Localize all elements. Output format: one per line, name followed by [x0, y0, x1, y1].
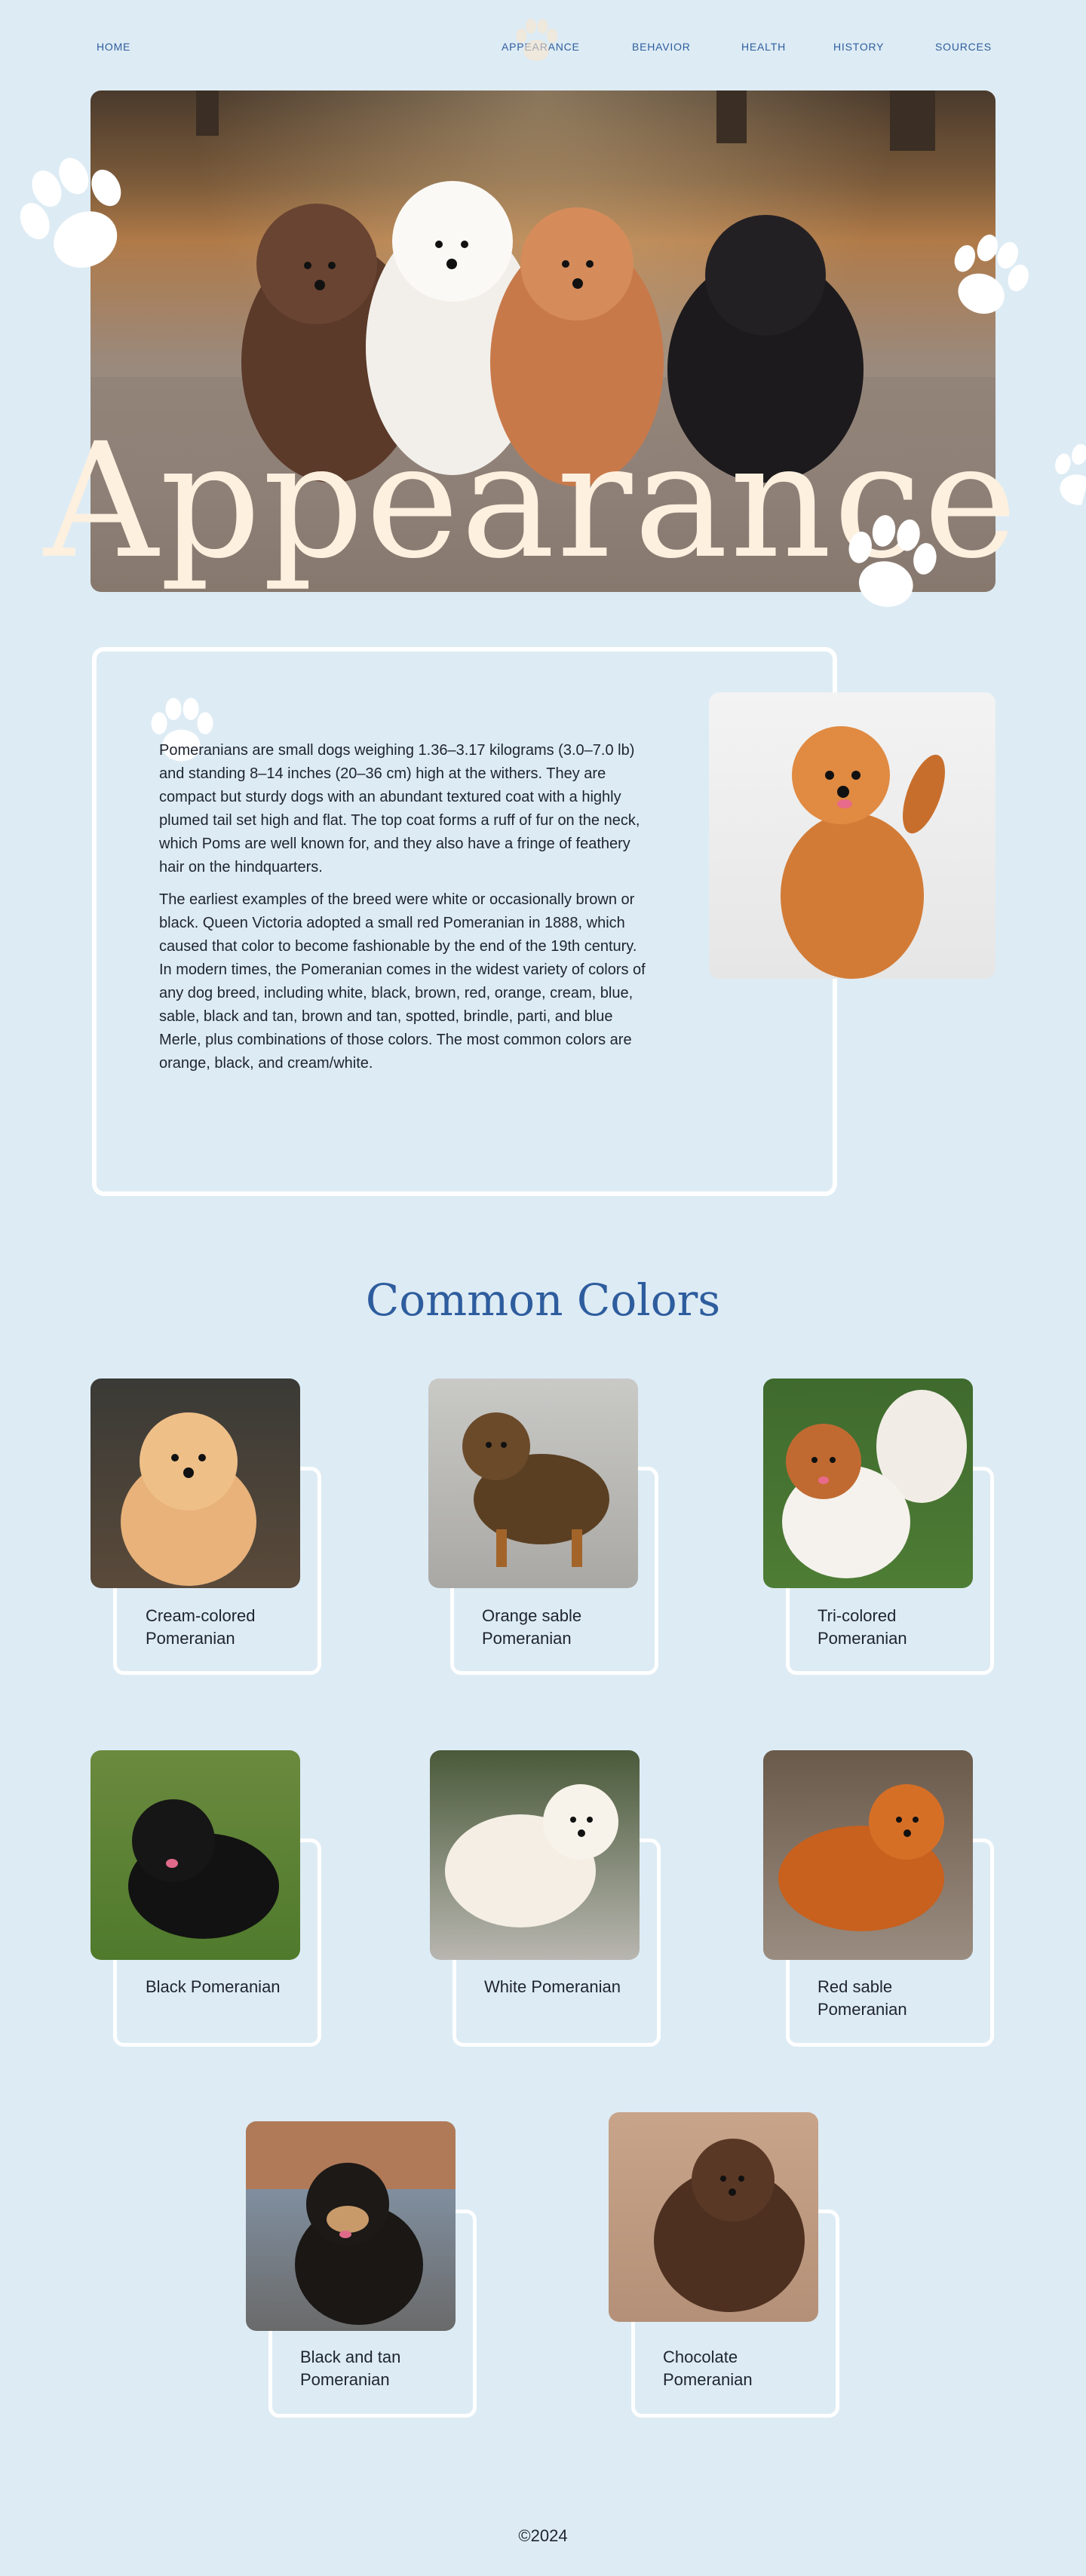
- orange-sable-pomeranian-photo: [428, 1378, 638, 1588]
- nav-health-link[interactable]: HEALTH: [741, 41, 786, 53]
- footer-copyright: ©2024: [518, 2526, 568, 2545]
- chocolate-pomeranian-photo: [609, 2112, 818, 2322]
- paw-print-icon: [1055, 443, 1086, 505]
- color-label: Tri-colored Pomeranian: [818, 1606, 907, 1648]
- appearance-paragraph: The earliest examples of the breed were …: [159, 891, 646, 1072]
- paw-print-icon: [848, 515, 937, 607]
- nav-sources-link[interactable]: SOURCES: [935, 41, 992, 53]
- tri-colored-pomeranian-photo: [763, 1378, 973, 1588]
- color-label: Red sable Pomeranian: [818, 1977, 907, 2019]
- paw-print-icon: [516, 19, 557, 61]
- black-and-tan-pomeranian-photo: [246, 2121, 456, 2331]
- color-label: Black Pomeranian: [146, 1977, 281, 1996]
- cream-pomeranian-photo: [90, 1378, 300, 1588]
- nav-behavior-link[interactable]: BEHAVIOR: [632, 41, 691, 53]
- color-label: White Pomeranian: [484, 1977, 621, 1996]
- black-pomeranian-photo: [90, 1750, 300, 1960]
- appearance-description: Pomeranians are small dogs weighing 1.36…: [159, 739, 649, 1084]
- color-label: Black and tan Pomeranian: [300, 2348, 401, 2389]
- color-label: Chocolate Pomeranian: [663, 2348, 753, 2389]
- white-pomeranian-photo: [430, 1750, 640, 1960]
- red-sable-pomeranian-photo: [763, 1750, 973, 1960]
- common-colors-heading: Common Colors: [365, 1274, 721, 1326]
- color-label: Cream-colored Pomeranian: [146, 1606, 256, 1648]
- nav-home-link[interactable]: HOME: [97, 41, 130, 53]
- pomeranian-photo: [709, 692, 996, 979]
- appearance-paragraph: Pomeranians are small dogs weighing 1.36…: [159, 742, 640, 876]
- color-label: Orange sable Pomeranian: [482, 1606, 582, 1648]
- nav-history-link[interactable]: HISTORY: [833, 41, 884, 53]
